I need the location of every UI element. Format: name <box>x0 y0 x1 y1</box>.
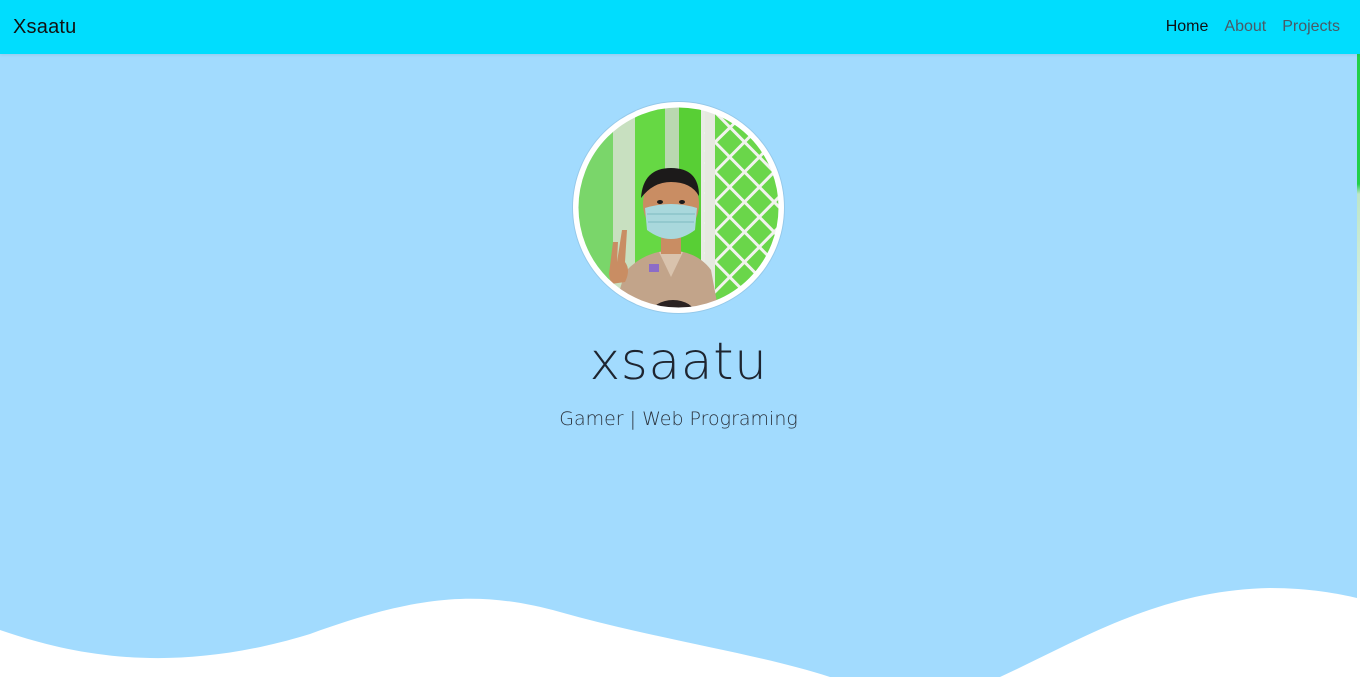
profile-name: xsaatu <box>589 332 768 392</box>
nav-link-about[interactable]: About <box>1216 18 1274 36</box>
profile-photo-icon <box>573 102 784 313</box>
navbar: Xsaatu Home About Projects <box>0 0 1360 54</box>
wave-divider <box>0 588 1357 677</box>
nav-link-home[interactable]: Home <box>1158 18 1217 36</box>
profile-tagline: Gamer | Web Programing <box>559 408 798 430</box>
profile-avatar <box>573 102 784 313</box>
nav-links: Home About Projects <box>1158 18 1340 36</box>
brand-logo-link[interactable]: Xsaatu <box>13 16 76 39</box>
nav-link-projects[interactable]: Projects <box>1274 18 1340 36</box>
